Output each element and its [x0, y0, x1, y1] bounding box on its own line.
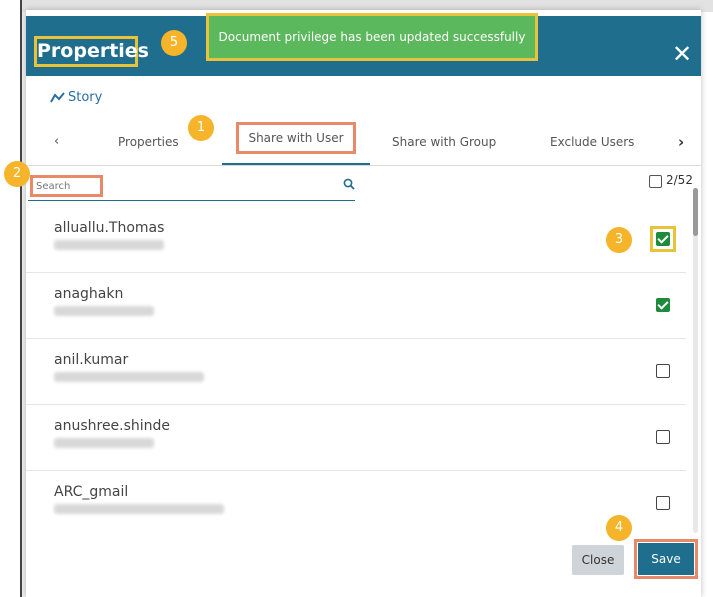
user-checkbox[interactable] [656, 496, 670, 510]
tab-prev-arrow-icon[interactable]: ‹ [54, 122, 59, 164]
step-badge: 5 [161, 30, 187, 56]
user-email-blurred [54, 306, 154, 316]
breadcrumb[interactable]: Story [50, 90, 102, 105]
select-all-checkbox[interactable] [649, 175, 662, 188]
user-name: anushree.shinde [54, 418, 171, 434]
scrollbar[interactable] [693, 188, 698, 533]
success-toast: Document privilege has been updated succ… [206, 13, 538, 61]
step-badge: 1 [188, 115, 214, 141]
user-checkbox[interactable] [656, 430, 670, 444]
step-badge: 4 [606, 515, 632, 541]
close-button[interactable]: Close [572, 545, 624, 575]
tab-bar: ‹ Properties Share with User Share with … [26, 122, 701, 166]
user-email-blurred [54, 372, 204, 382]
tab-share-with-user[interactable]: Share with User [236, 122, 356, 154]
user-checkbox[interactable] [656, 364, 670, 378]
step-badge: 2 [4, 161, 30, 187]
user-name: alluallu.Thomas [54, 220, 165, 236]
user-email-blurred [54, 240, 164, 250]
list-item: ARC_gmail [26, 470, 686, 536]
user-name: anaghakn [54, 286, 124, 302]
trend-line-icon [50, 92, 65, 103]
list-item: alluallu.Thomas [26, 206, 686, 273]
list-item: anushree.shinde [26, 404, 686, 471]
user-email-blurred [54, 504, 224, 514]
search-bar [28, 172, 355, 201]
search-input[interactable] [30, 175, 103, 197]
user-checkbox[interactable] [656, 298, 670, 312]
story-link[interactable]: Story [68, 90, 102, 105]
tab-share-with-group[interactable]: Share with Group [392, 122, 496, 164]
user-email-blurred [54, 438, 154, 448]
list-item: anaghakn [26, 272, 686, 339]
properties-dialog: Properties ✕ Document privilege has been… [26, 10, 701, 597]
selected-count: 2/52 [666, 173, 693, 187]
user-list: alluallu.Thomas anaghakn anil.kumar anus… [26, 206, 686, 546]
user-checkbox[interactable] [656, 232, 670, 246]
search-icon[interactable] [343, 178, 355, 190]
tab-exclude-users[interactable]: Exclude Users [550, 122, 634, 164]
user-name: anil.kumar [54, 352, 129, 368]
tab-next-arrow-icon[interactable]: › [678, 122, 684, 164]
tab-divider [26, 165, 701, 166]
scrollbar-thumb[interactable] [693, 188, 698, 236]
user-name: ARC_gmail [54, 484, 129, 500]
close-icon[interactable]: ✕ [672, 42, 692, 66]
list-item: anil.kumar [26, 338, 686, 405]
step-badge: 3 [606, 227, 632, 253]
save-button[interactable]: Save [638, 543, 694, 575]
dialog-title: Properties [34, 36, 149, 67]
tab-properties[interactable]: Properties [118, 122, 179, 164]
